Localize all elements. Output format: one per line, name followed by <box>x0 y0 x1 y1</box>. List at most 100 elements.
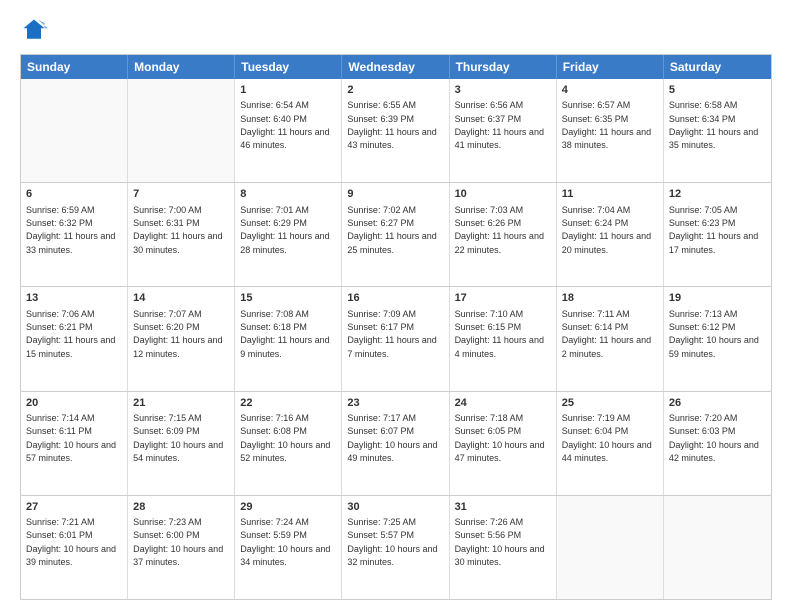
calendar-cell: 24Sunrise: 7:18 AM Sunset: 6:05 PM Dayli… <box>450 392 557 495</box>
calendar-cell: 22 Sunrise: 7:16 AM Sunset: 6:08 PM Dayli… <box>235 392 342 495</box>
calendar-cell: 4Sunrise: 6:57 AM Sunset: 6:35 PM Daylig… <box>557 79 664 182</box>
calendar-cell: 8 Sunrise: 7:01 AM Sunset: 6:29 PM Daylig… <box>235 183 342 286</box>
day-info: Sunrise: 7:25 AM Sunset: 5:57 PM Dayligh… <box>347 517 440 567</box>
day-info: Sunrise: 7:24 AM Sunset: 5:59 PM Dayligh… <box>240 517 333 567</box>
day-number: 19 <box>669 291 766 305</box>
header-day-monday: Monday <box>128 55 235 79</box>
day-info: Sunrise: 6:55 AM Sunset: 6:39 PM Dayligh… <box>347 100 439 150</box>
day-number: 13 <box>26 291 122 305</box>
calendar-cell: 15 Sunrise: 7:08 AM Sunset: 6:18 PM Dayli… <box>235 287 342 390</box>
day-number: 6 <box>26 187 122 201</box>
calendar-cell: 10 Sunrise: 7:03 AM Sunset: 6:26 PM Dayli… <box>450 183 557 286</box>
day-number: 14 <box>133 291 229 305</box>
day-number: 28 <box>133 500 229 514</box>
header-day-wednesday: Wednesday <box>342 55 449 79</box>
day-number: 29 <box>240 500 336 514</box>
header <box>20 16 772 44</box>
calendar-cell: 16 Sunrise: 7:09 AM Sunset: 6:17 PM Dayli… <box>342 287 449 390</box>
day-number: 24 <box>455 396 551 410</box>
day-number: 4 <box>562 83 658 97</box>
day-number: 21 <box>133 396 229 410</box>
day-info: Sunrise: 7:08 AM Sunset: 6:18 PM Dayligh… <box>240 309 332 359</box>
calendar-cell: 25Sunrise: 7:19 AM Sunset: 6:04 PM Dayli… <box>557 392 664 495</box>
calendar-row-3: 20 Sunrise: 7:14 AM Sunset: 6:11 PM Dayli… <box>21 391 771 495</box>
calendar-row-0: 1 Sunrise: 6:54 AM Sunset: 6:40 PM Daylig… <box>21 79 771 182</box>
calendar-cell: 3 Sunrise: 6:56 AM Sunset: 6:37 PM Daylig… <box>450 79 557 182</box>
day-number: 3 <box>455 83 551 97</box>
day-info: Sunrise: 7:03 AM Sunset: 6:26 PM Dayligh… <box>455 205 547 255</box>
logo <box>20 16 52 44</box>
day-number: 18 <box>562 291 658 305</box>
day-info: Sunrise: 7:05 AM Sunset: 6:23 PM Dayligh… <box>669 205 761 255</box>
day-number: 25 <box>562 396 658 410</box>
day-info: Sunrise: 7:17 AM Sunset: 6:07 PM Dayligh… <box>347 413 440 463</box>
day-info: Sunrise: 7:04 AM Sunset: 6:24 PM Dayligh… <box>562 205 654 255</box>
day-number: 12 <box>669 187 766 201</box>
calendar-cell <box>128 79 235 182</box>
header-day-friday: Friday <box>557 55 664 79</box>
calendar-cell: 26Sunrise: 7:20 AM Sunset: 6:03 PM Dayli… <box>664 392 771 495</box>
day-info: Sunrise: 7:14 AM Sunset: 6:11 PM Dayligh… <box>26 413 119 463</box>
calendar-cell: 27 Sunrise: 7:21 AM Sunset: 6:01 PM Dayli… <box>21 496 128 599</box>
calendar-body: 1 Sunrise: 6:54 AM Sunset: 6:40 PM Daylig… <box>21 79 771 599</box>
day-info: Sunrise: 7:07 AM Sunset: 6:20 PM Dayligh… <box>133 309 225 359</box>
day-info: Sunrise: 7:21 AM Sunset: 6:01 PM Dayligh… <box>26 517 119 567</box>
day-number: 16 <box>347 291 443 305</box>
day-info: Sunrise: 7:01 AM Sunset: 6:29 PM Dayligh… <box>240 205 332 255</box>
calendar-cell: 2 Sunrise: 6:55 AM Sunset: 6:39 PM Daylig… <box>342 79 449 182</box>
calendar-cell: 1 Sunrise: 6:54 AM Sunset: 6:40 PM Daylig… <box>235 79 342 182</box>
day-info: Sunrise: 7:26 AM Sunset: 5:56 PM Dayligh… <box>455 517 548 567</box>
day-info: Sunrise: 7:13 AM Sunset: 6:12 PM Dayligh… <box>669 309 762 359</box>
calendar-cell: 11Sunrise: 7:04 AM Sunset: 6:24 PM Dayli… <box>557 183 664 286</box>
day-number: 10 <box>455 187 551 201</box>
day-number: 20 <box>26 396 122 410</box>
calendar-header: SundayMondayTuesdayWednesdayThursdayFrid… <box>21 55 771 79</box>
page: SundayMondayTuesdayWednesdayThursdayFrid… <box>0 0 792 612</box>
day-number: 30 <box>347 500 443 514</box>
day-info: Sunrise: 7:15 AM Sunset: 6:09 PM Dayligh… <box>133 413 226 463</box>
day-info: Sunrise: 6:59 AM Sunset: 6:32 PM Dayligh… <box>26 205 118 255</box>
calendar-cell <box>21 79 128 182</box>
day-number: 1 <box>240 83 336 97</box>
calendar-row-2: 13 Sunrise: 7:06 AM Sunset: 6:21 PM Dayli… <box>21 286 771 390</box>
day-number: 5 <box>669 83 766 97</box>
day-info: Sunrise: 6:54 AM Sunset: 6:40 PM Dayligh… <box>240 100 332 150</box>
day-info: Sunrise: 7:06 AM Sunset: 6:21 PM Dayligh… <box>26 309 118 359</box>
day-info: Sunrise: 7:23 AM Sunset: 6:00 PM Dayligh… <box>133 517 226 567</box>
calendar: SundayMondayTuesdayWednesdayThursdayFrid… <box>20 54 772 600</box>
day-number: 15 <box>240 291 336 305</box>
day-number: 8 <box>240 187 336 201</box>
calendar-row-4: 27 Sunrise: 7:21 AM Sunset: 6:01 PM Dayli… <box>21 495 771 599</box>
calendar-cell: 13 Sunrise: 7:06 AM Sunset: 6:21 PM Dayli… <box>21 287 128 390</box>
day-number: 7 <box>133 187 229 201</box>
day-number: 22 <box>240 396 336 410</box>
day-info: Sunrise: 6:58 AM Sunset: 6:34 PM Dayligh… <box>669 100 761 150</box>
header-day-sunday: Sunday <box>21 55 128 79</box>
day-info: Sunrise: 7:09 AM Sunset: 6:17 PM Dayligh… <box>347 309 439 359</box>
calendar-cell: 30 Sunrise: 7:25 AM Sunset: 5:57 PM Dayli… <box>342 496 449 599</box>
day-info: Sunrise: 7:10 AM Sunset: 6:15 PM Dayligh… <box>455 309 547 359</box>
day-info: Sunrise: 7:11 AM Sunset: 6:14 PM Dayligh… <box>562 309 654 359</box>
day-number: 2 <box>347 83 443 97</box>
header-day-thursday: Thursday <box>450 55 557 79</box>
calendar-cell: 14 Sunrise: 7:07 AM Sunset: 6:20 PM Dayli… <box>128 287 235 390</box>
calendar-cell <box>557 496 664 599</box>
header-day-tuesday: Tuesday <box>235 55 342 79</box>
calendar-cell: 6 Sunrise: 6:59 AM Sunset: 6:32 PM Daylig… <box>21 183 128 286</box>
day-info: Sunrise: 6:56 AM Sunset: 6:37 PM Dayligh… <box>455 100 547 150</box>
calendar-cell: 7Sunrise: 7:00 AM Sunset: 6:31 PM Daylig… <box>128 183 235 286</box>
calendar-cell: 19 Sunrise: 7:13 AM Sunset: 6:12 PM Dayli… <box>664 287 771 390</box>
calendar-cell: 5 Sunrise: 6:58 AM Sunset: 6:34 PM Daylig… <box>664 79 771 182</box>
header-day-saturday: Saturday <box>664 55 771 79</box>
day-number: 27 <box>26 500 122 514</box>
calendar-cell <box>664 496 771 599</box>
calendar-cell: 18 Sunrise: 7:11 AM Sunset: 6:14 PM Dayli… <box>557 287 664 390</box>
calendar-cell: 28 Sunrise: 7:23 AM Sunset: 6:00 PM Dayli… <box>128 496 235 599</box>
calendar-cell: 23 Sunrise: 7:17 AM Sunset: 6:07 PM Dayli… <box>342 392 449 495</box>
calendar-cell: 12 Sunrise: 7:05 AM Sunset: 6:23 PM Dayli… <box>664 183 771 286</box>
day-info: Sunrise: 7:02 AM Sunset: 6:27 PM Dayligh… <box>347 205 439 255</box>
day-info: Sunrise: 7:16 AM Sunset: 6:08 PM Dayligh… <box>240 413 333 463</box>
day-number: 23 <box>347 396 443 410</box>
calendar-cell: 21 Sunrise: 7:15 AM Sunset: 6:09 PM Dayli… <box>128 392 235 495</box>
calendar-row-1: 6 Sunrise: 6:59 AM Sunset: 6:32 PM Daylig… <box>21 182 771 286</box>
